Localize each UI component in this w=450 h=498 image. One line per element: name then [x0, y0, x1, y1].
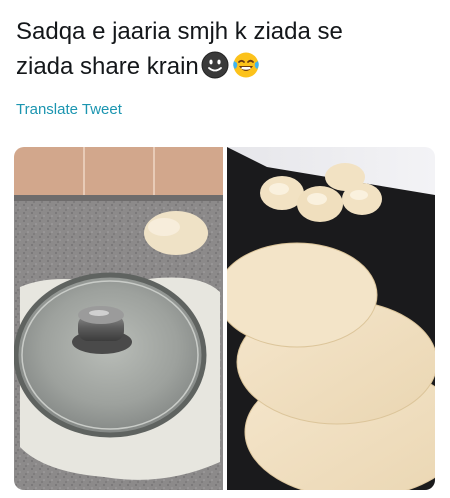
face-with-tears-of-joy-icon: [231, 51, 261, 89]
tweet-text-line-1: Sadqa e jaaria smjh k ziada se: [16, 18, 343, 45]
smiling-face-icon: [201, 51, 229, 89]
tweet-media[interactable]: [14, 147, 435, 490]
tweet-text: Sadqa e jaaria smjh k ziada se ziada sha…: [16, 14, 436, 89]
translate-tweet-link[interactable]: Translate Tweet: [16, 101, 122, 118]
photo-rolled-dough-sheets[interactable]: [227, 147, 435, 490]
tweet-text-line-2-text: ziada share krain: [16, 53, 199, 80]
photo-dough-with-pot-lid[interactable]: [14, 147, 223, 490]
tweet-text-line-2: ziada share krain: [16, 49, 436, 89]
